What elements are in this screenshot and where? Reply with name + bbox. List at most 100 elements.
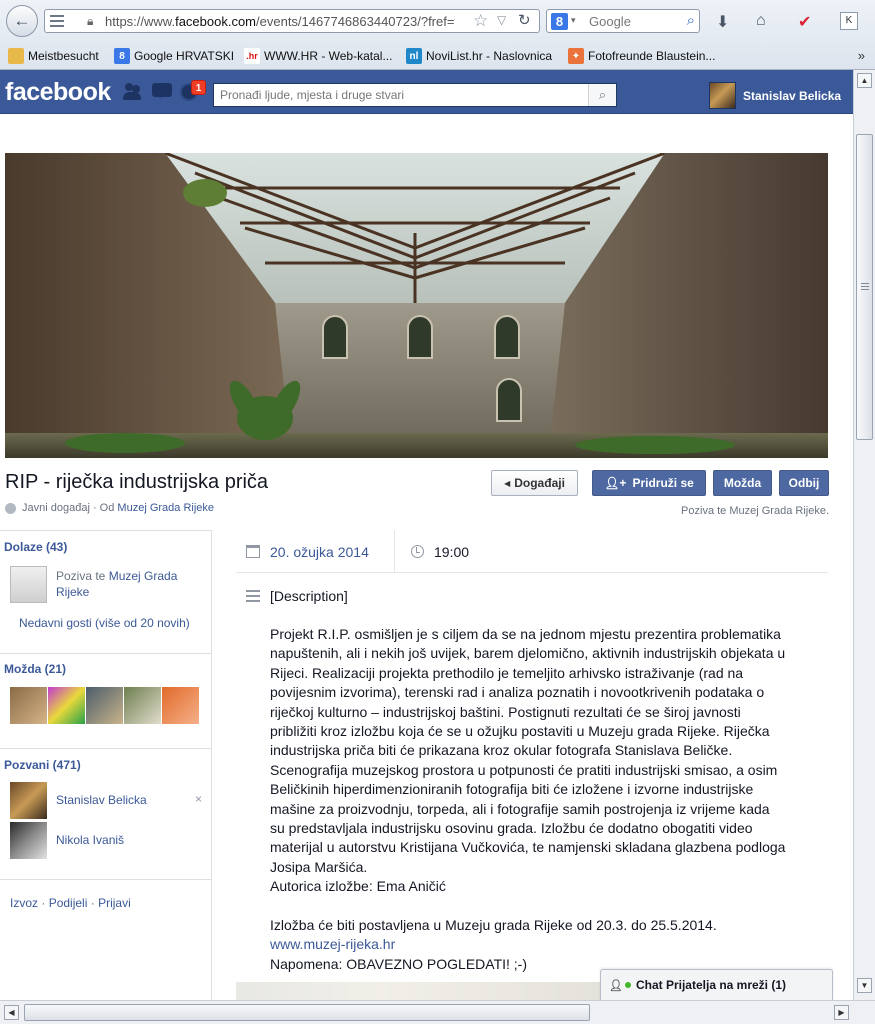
close-icon[interactable]: × bbox=[195, 792, 202, 806]
chat-tab[interactable]: 👤︎ Chat Prijatelja na mreži (1) bbox=[600, 969, 833, 1000]
description-icon bbox=[246, 590, 260, 602]
invited-section: Pozvani (471) Stanislav Belicka × Nikola… bbox=[0, 749, 211, 880]
event-title: RIP - riječka industrijska priča bbox=[5, 471, 269, 493]
event-host-link[interactable]: Muzej Grada Rijeke bbox=[117, 502, 214, 514]
scroll-down-icon[interactable]: ▼ bbox=[857, 978, 872, 993]
museum-website-link[interactable]: www.muzej-rijeka.hr bbox=[270, 936, 395, 952]
invited-avatar[interactable] bbox=[10, 822, 47, 859]
invited-name[interactable]: Stanislav Belicka bbox=[56, 793, 147, 807]
online-status-icon bbox=[624, 982, 631, 988]
addon-k-icon[interactable]: ✔ bbox=[798, 12, 811, 32]
event-meta: Javni događaj · Od Muzej Grada Rijeke bbox=[5, 502, 214, 514]
add-person-icon: 👤︎+ bbox=[604, 476, 627, 490]
bookmark-star-icon[interactable]: ☆ bbox=[473, 11, 488, 31]
scroll-left-icon[interactable]: ◀ bbox=[4, 1005, 19, 1020]
notifications-badge[interactable]: 1 bbox=[191, 80, 206, 95]
reload-icon[interactable]: ↻ bbox=[518, 11, 531, 29]
event-page: RIP - riječka industrijska priča Javni d… bbox=[0, 114, 853, 1000]
url-text[interactable]: https://www.facebook.com/events/14677468… bbox=[105, 14, 455, 29]
join-button[interactable]: 👤︎+ Pridruži se bbox=[592, 470, 706, 496]
sidebar-actions: Izvoz · Podijeli · Prijavi bbox=[10, 896, 131, 910]
browser-chrome: ← 🔒︎ https://www.facebook.com/events/146… bbox=[0, 0, 875, 70]
maybe-section: Možda (21) bbox=[0, 654, 211, 749]
user-name: Stanislav Belicka bbox=[743, 88, 842, 103]
horizontal-scroll-thumb[interactable] bbox=[24, 1004, 590, 1021]
clock-icon bbox=[411, 545, 424, 558]
url-bar[interactable]: 🔒︎ https://www.facebook.com/events/14677… bbox=[44, 9, 540, 33]
vertical-scroll-thumb[interactable] bbox=[856, 134, 873, 440]
folder-icon bbox=[8, 48, 24, 64]
report-link[interactable]: Prijavi bbox=[98, 896, 131, 910]
events-back-button[interactable]: ◀ Događaji bbox=[491, 470, 578, 496]
going-section: Dolaze (43) Poziva te Muzej Grada Rijeke… bbox=[0, 531, 211, 654]
description-label: [Description] bbox=[270, 588, 348, 604]
maybe-guest-2[interactable] bbox=[48, 687, 85, 724]
maybe-guest-4[interactable] bbox=[124, 687, 161, 724]
recent-guests-link[interactable]: Nedavni gosti (više od 20 novih) bbox=[19, 616, 190, 630]
download-icon[interactable]: ⬇ bbox=[716, 12, 729, 32]
hr-icon: .hr bbox=[244, 48, 260, 64]
export-link[interactable]: Izvoz bbox=[10, 896, 38, 910]
date-time-row: 20. ožujka 2014 19:00 bbox=[236, 530, 828, 573]
facebook-search-button[interactable]: ⌕ bbox=[588, 84, 616, 106]
url-dropdown-icon[interactable]: ▽ bbox=[497, 13, 506, 27]
url-domain: facebook.com bbox=[175, 14, 257, 29]
maybe-button[interactable]: Možda bbox=[713, 470, 772, 496]
host-thumbnail[interactable] bbox=[10, 566, 47, 603]
nl-icon: nl bbox=[406, 48, 422, 64]
engine-dropdown-icon[interactable]: ▾ bbox=[571, 15, 576, 26]
maybe-guest-5[interactable] bbox=[162, 687, 199, 724]
calendar-icon bbox=[246, 545, 260, 558]
messages-icon[interactable] bbox=[152, 83, 172, 98]
bookmark-www-hr[interactable]: .hr WWW.HR - Web-katal... bbox=[244, 48, 392, 64]
share-link[interactable]: Podijeli bbox=[49, 896, 88, 910]
bookmarks-toolbar: Meistbesucht 8 Google HRVATSKI .hr WWW.H… bbox=[0, 44, 875, 68]
addon-k-button[interactable]: K bbox=[840, 12, 858, 30]
vertical-scrollbar[interactable]: ▲ ▼ bbox=[853, 70, 875, 1000]
profile-link[interactable]: Stanislav Belicka bbox=[709, 82, 841, 109]
friend-requests-icon[interactable] bbox=[122, 83, 142, 101]
puzzle-icon: ✦ bbox=[568, 48, 584, 64]
back-button[interactable]: ← bbox=[6, 5, 38, 37]
event-details: 20. ožujka 2014 19:00 [Description] Proj… bbox=[236, 530, 828, 1000]
bookmark-google-hrvatski[interactable]: 8 Google HRVATSKI bbox=[114, 48, 234, 64]
facebook-search-input[interactable] bbox=[214, 84, 588, 106]
invited-title[interactable]: Pozvani (471) bbox=[4, 758, 81, 772]
search-engine-icon[interactable]: 8 bbox=[551, 13, 568, 30]
divider bbox=[394, 530, 395, 573]
url-prefix: https://www. bbox=[105, 14, 176, 29]
site-grid-icon bbox=[50, 15, 64, 27]
maybe-guest-1[interactable] bbox=[10, 687, 47, 724]
facebook-logo[interactable]: facebook bbox=[5, 78, 111, 107]
location-map[interactable] bbox=[236, 982, 601, 1000]
going-invited-by: Poziva te Muzej Grada Rijeke bbox=[56, 569, 178, 599]
url-path: /events/1467746863440723/?fref=ts bbox=[256, 14, 455, 29]
bookmark-meistbesucht[interactable]: Meistbesucht bbox=[8, 48, 99, 64]
bookmarks-more-button[interactable]: » bbox=[858, 48, 865, 63]
invited-name[interactable]: Nikola Ivaniš bbox=[56, 833, 124, 847]
event-date[interactable]: 20. ožujka 2014 bbox=[270, 544, 369, 560]
maybe-guest-3[interactable] bbox=[86, 687, 123, 724]
event-time: 19:00 bbox=[434, 544, 470, 560]
event-privacy-label: Javni događaj bbox=[22, 502, 90, 514]
chat-label: Chat Prijatelja na mreži (1) bbox=[635, 978, 787, 992]
decline-button[interactable]: Odbij bbox=[779, 470, 829, 496]
search-icon[interactable]: ⌕ bbox=[687, 12, 695, 29]
browser-search-placeholder: Google bbox=[589, 14, 631, 29]
home-icon[interactable]: ⌂ bbox=[756, 12, 766, 30]
going-title[interactable]: Dolaze (43) bbox=[4, 540, 67, 554]
event-description: Projekt R.I.P. osmišljen je s ciljem da … bbox=[270, 625, 826, 974]
back-arrow-icon: ← bbox=[13, 11, 31, 30]
maybe-title[interactable]: Možda (21) bbox=[4, 662, 66, 676]
browser-search-bar[interactable]: 8 ▾ Google ⌕ bbox=[546, 9, 700, 33]
scroll-up-icon[interactable]: ▲ bbox=[857, 73, 872, 88]
horizontal-scrollbar[interactable]: ◀ ▶ bbox=[0, 1000, 875, 1024]
scroll-right-icon[interactable]: ▶ bbox=[834, 1005, 849, 1020]
public-globe-icon bbox=[5, 502, 16, 514]
invited-avatar[interactable] bbox=[10, 782, 47, 819]
google-icon: 8 bbox=[114, 48, 130, 64]
event-sidebar: Dolaze (43) Poziva te Muzej Grada Rijeke… bbox=[0, 530, 212, 1000]
bookmark-fotofreunde[interactable]: ✦ Fotofreunde Blaustein... bbox=[568, 48, 715, 64]
facebook-search: ⌕ bbox=[213, 83, 617, 107]
bookmark-novilist[interactable]: nl NoviList.hr - Naslovnica bbox=[406, 48, 552, 64]
